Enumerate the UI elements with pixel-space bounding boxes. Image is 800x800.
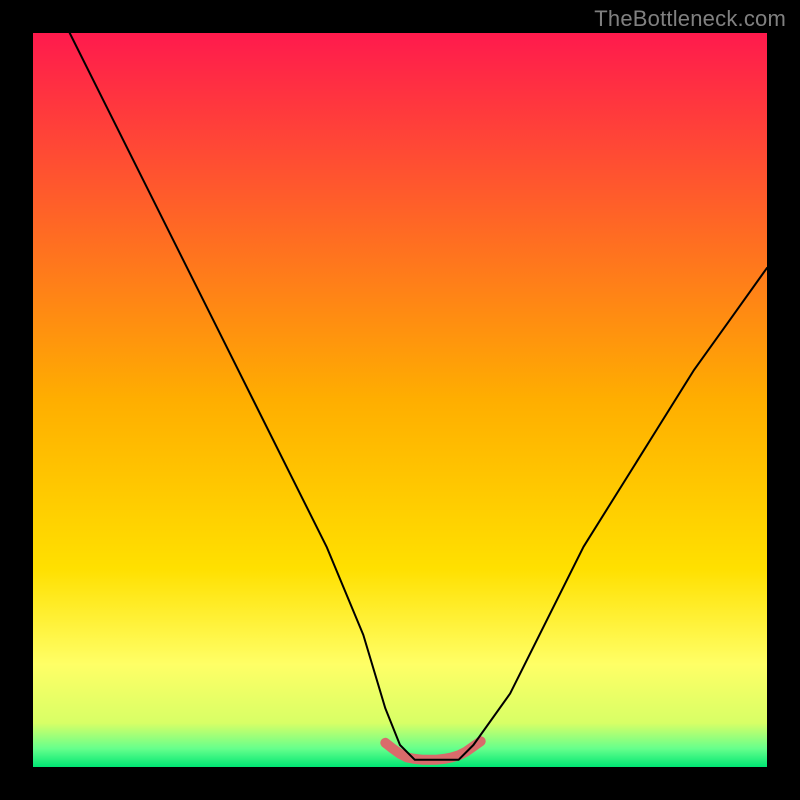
chart-canvas: [0, 0, 800, 800]
chart-frame: TheBottleneck.com: [0, 0, 800, 800]
plot-background: [33, 33, 767, 767]
watermark-text: TheBottleneck.com: [594, 6, 786, 32]
